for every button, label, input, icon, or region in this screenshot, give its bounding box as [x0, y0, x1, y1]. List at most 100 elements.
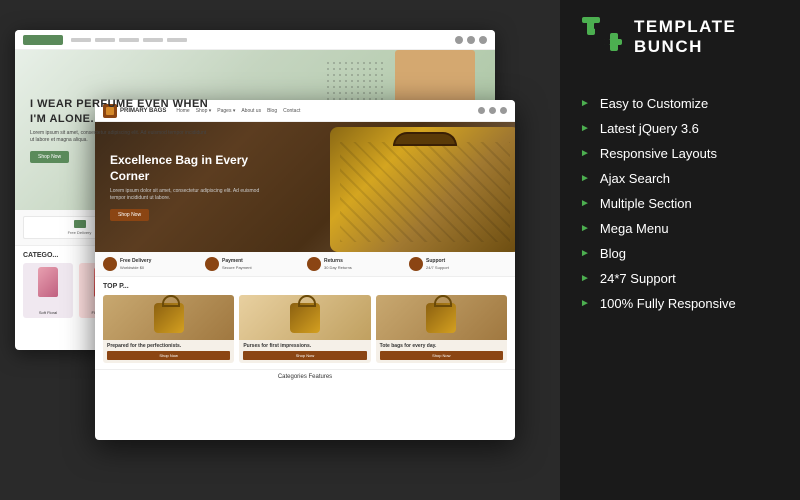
bag-feat-sub-1: Worldwide $0	[120, 265, 151, 271]
bag-feat-1: Free Delivery Worldwide $0	[103, 257, 201, 271]
feature-label-3: Responsive Layouts	[600, 146, 717, 161]
arrow-icon-3: ►	[580, 149, 590, 159]
bag-feat-label-4: Support	[426, 258, 449, 265]
product-card-2: Purses for first impressions. Shop Now	[239, 295, 370, 363]
bag-delivery-icon	[103, 257, 117, 271]
arrow-icon-7: ►	[580, 249, 590, 259]
bag-feat-4: Support 24/7 Support	[409, 257, 507, 271]
bags-features-bar: Free Delivery Worldwide $0 Payment Secur…	[95, 252, 515, 277]
bag-feat-text-4: Support 24/7 Support	[426, 258, 449, 271]
feature-item-3: ► Responsive Layouts	[580, 146, 780, 161]
perfume-headline: I WEAR PERFUME EVEN WHEN I'M ALONE.	[30, 97, 210, 126]
bottle-shape-1	[38, 267, 58, 297]
product-name-2: Purses for first impressions.	[243, 343, 366, 349]
cart-icon-nav	[500, 107, 507, 114]
bag-feat-2: Payment Secure Payment	[205, 257, 303, 271]
arrow-icon-6: ►	[580, 224, 590, 234]
cat-name-1: Soft Floral	[23, 310, 73, 315]
bottle-1	[23, 263, 73, 302]
search-nav-icon	[455, 36, 463, 44]
brand-logo-svg	[580, 15, 624, 59]
nav-link-5	[167, 38, 187, 42]
nav-link-1	[71, 38, 91, 42]
bag-feat-label-1: Free Delivery	[120, 258, 151, 265]
website-previews: I WEAR PERFUME EVEN WHEN I'M ALONE. Lore…	[15, 20, 545, 490]
product-name-1: Prepared for the perfectionists.	[107, 343, 230, 349]
feature-item-8: ► 24*7 Support	[580, 271, 780, 286]
bags-nav-right	[478, 107, 507, 114]
cart-nav-icon	[467, 36, 475, 44]
product-text-3: Tote bags for every day. Shop Now	[376, 340, 507, 363]
bags-hero-btn[interactable]: Shop Now	[110, 209, 149, 221]
product-btn-3[interactable]: Shop Now	[380, 351, 503, 360]
bag-feat-text-2: Payment Secure Payment	[222, 258, 252, 271]
features-panel: TEMPLATE BUNCH ► Easy to Customize ► Lat…	[560, 0, 800, 500]
perfume-hero-btn[interactable]: Shop Now	[30, 151, 69, 163]
bag-payment-icon	[205, 257, 219, 271]
bag-shape-1	[154, 303, 184, 333]
bag-feat-text-1: Free Delivery Worldwide $0	[120, 258, 151, 271]
product-card-1: Prepared for the perfectionists. Shop No…	[103, 295, 234, 363]
perfume-subtext: Lorem ipsum sit amet, consectetur adipis…	[30, 130, 210, 145]
nav-link-2	[95, 38, 115, 42]
feature-label-4: Ajax Search	[600, 171, 670, 186]
feature-item-6: ► Mega Menu	[580, 221, 780, 236]
user-icon-nav	[489, 107, 496, 114]
product-btn-2[interactable]: Shop Now	[243, 351, 366, 360]
nav-link-3	[119, 38, 139, 42]
nav-icons	[455, 36, 487, 44]
feature-label-6: Mega Menu	[600, 221, 669, 236]
products-grid: Prepared for the perfectionists. Shop No…	[103, 295, 507, 363]
feature-item-2: ► Latest jQuery 3.6	[580, 121, 780, 136]
nav-about: About us	[241, 108, 261, 114]
brand-name-block: TEMPLATE BUNCH	[634, 17, 736, 56]
bag-returns-icon	[307, 257, 321, 271]
nav-link-4	[143, 38, 163, 42]
arrow-icon-5: ►	[580, 199, 590, 209]
feature-label-9: 100% Fully Responsive	[600, 296, 736, 311]
arrow-icon-2: ►	[580, 124, 590, 134]
feature-item-1: ► Easy to Customize	[580, 96, 780, 111]
bag-hero-image	[330, 127, 515, 252]
brand-name-line2: BUNCH	[634, 37, 736, 57]
bag-feat-3: Returns 30 Day Returns	[307, 257, 405, 271]
feature-label-5: Multiple Section	[600, 196, 692, 211]
feature-label-2: Latest jQuery 3.6	[600, 121, 699, 136]
product-img-2	[239, 295, 370, 340]
product-text-1: Prepared for the perfectionists. Shop No…	[103, 340, 234, 363]
feat-label-1: Free Delivery	[68, 230, 92, 235]
bag-feat-sub-4: 24/7 Support	[426, 265, 449, 271]
bags-products: TOP P... Prepared for the perfectionists…	[95, 277, 515, 369]
cat-label-1: Soft Floral	[23, 310, 73, 315]
feature-item-5: ► Multiple Section	[580, 196, 780, 211]
bag-feat-label-3: Returns	[324, 258, 352, 265]
feature-item-4: ► Ajax Search	[580, 171, 780, 186]
product-name-3: Tote bags for every day.	[380, 343, 503, 349]
product-img-1	[103, 295, 234, 340]
perfume-nav	[15, 30, 495, 50]
product-text-2: Purses for first impressions. Shop Now	[239, 340, 370, 363]
delivery-icon	[74, 220, 86, 228]
search-icon-nav	[478, 107, 485, 114]
bag-feat-sub-3: 30 Day Returns	[324, 265, 352, 271]
bag-shape-3	[426, 303, 456, 333]
bag-shape-2	[290, 303, 320, 333]
features-list: ► Easy to Customize ► Latest jQuery 3.6 …	[580, 96, 780, 311]
bag-feat-text-3: Returns 30 Day Returns	[324, 258, 352, 271]
product-btn-1[interactable]: Shop Now	[107, 351, 230, 360]
arrow-icon-8: ►	[580, 274, 590, 284]
bag-feat-label-2: Payment	[222, 258, 252, 265]
bags-headline: Excellence Bag in Every Corner	[110, 153, 260, 184]
nav-blog: Blog	[267, 108, 277, 114]
bag-feat-sub-2: Secure Payment	[222, 265, 252, 271]
brand-header: TEMPLATE BUNCH	[580, 15, 780, 71]
cat-features-label: Categories Features	[103, 374, 507, 380]
arrow-icon-1: ►	[580, 99, 590, 109]
nav-pages: Pages ▾	[217, 108, 235, 114]
bags-hero-sub: Lorem ipsum dolor sit amet, consectetur …	[110, 188, 260, 203]
brand-name-line1: TEMPLATE	[634, 17, 736, 37]
feature-item-7: ► Blog	[580, 246, 780, 261]
bags-categories-footer: Categories Features	[95, 369, 515, 384]
perfume-nav-links	[71, 38, 187, 42]
feature-label-1: Easy to Customize	[600, 96, 708, 111]
